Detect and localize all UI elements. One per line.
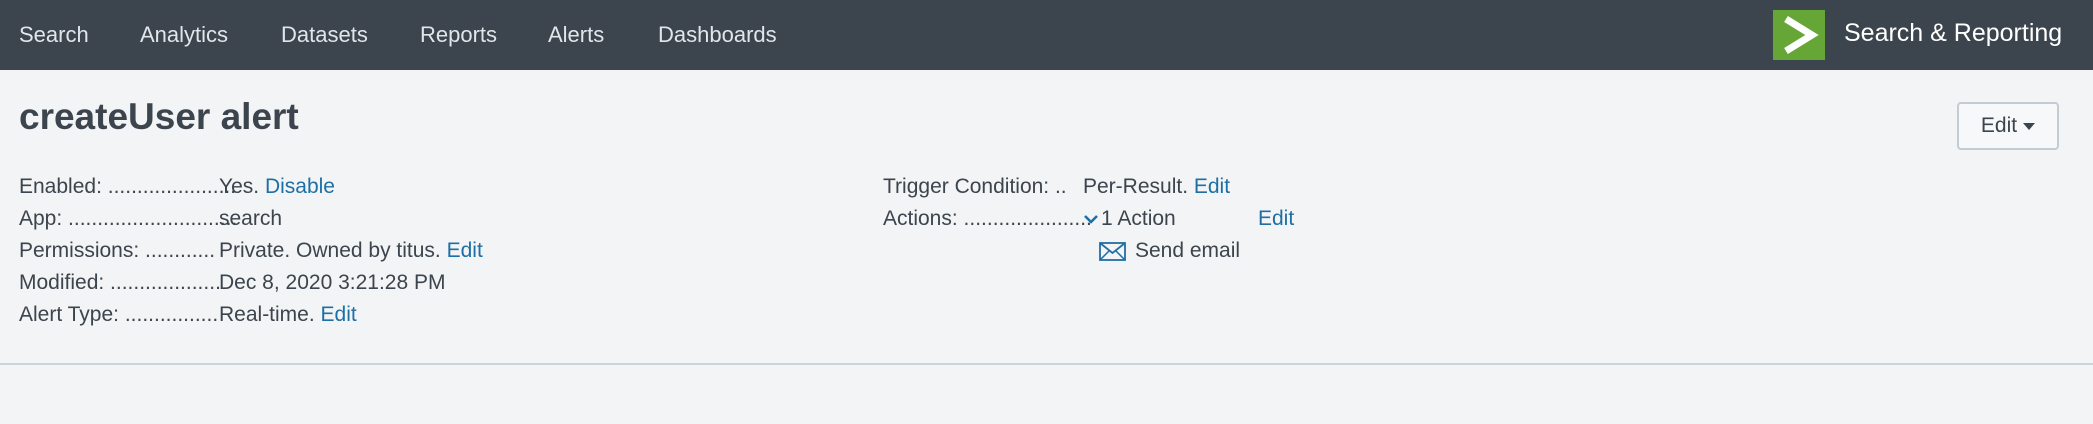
disable-link[interactable]: Disable — [265, 175, 335, 198]
permissions-value: Private. Owned by titus. Edit — [219, 236, 483, 266]
trigger-condition-text: Per-Result. — [1083, 175, 1189, 198]
app-value: search — [219, 207, 283, 230]
top-navigation-bar: Search Analytics Datasets Reports Alerts… — [0, 0, 2093, 70]
nav-search[interactable]: Search — [19, 0, 89, 70]
action-send-email: Send email — [1135, 239, 1241, 262]
nav-analytics[interactable]: Analytics — [140, 0, 228, 70]
actions-edit-link[interactable]: Edit — [1258, 204, 1294, 234]
nav-reports[interactable]: Reports — [420, 0, 497, 70]
caret-down-icon — [2023, 122, 2036, 130]
alert-type-edit-link[interactable]: Edit — [321, 303, 357, 326]
permissions-label: Permissions: ............ — [19, 239, 216, 262]
actions-count[interactable]: 1 Action — [1101, 204, 1176, 234]
edit-button-label: Edit — [1980, 114, 2018, 137]
actions-label: Actions: ...................... — [883, 207, 1092, 230]
nav-dashboards[interactable]: Dashboards — [658, 0, 777, 70]
chevron-down-icon[interactable] — [1082, 210, 1100, 228]
modified-label: Modified: ................... — [19, 271, 221, 294]
splunk-chevron-icon[interactable] — [1773, 10, 1825, 60]
modified-value: Dec 8, 2020 3:21:28 PM — [219, 271, 446, 294]
nav-alerts[interactable]: Alerts — [548, 0, 604, 70]
alert-type-value: Real-time. Edit — [219, 300, 357, 330]
alert-type-label: Alert Type: ................ — [19, 303, 219, 326]
trigger-edit-link[interactable]: Edit — [1194, 175, 1230, 198]
trigger-condition-label: Trigger Condition: .. — [883, 175, 1067, 198]
page-title: createUser alert — [19, 96, 299, 137]
app-label: App: ............................. — [19, 207, 238, 230]
trigger-condition-value: Per-Result. Edit — [1083, 172, 1230, 202]
enabled-label: Enabled: ...................... — [19, 175, 237, 198]
envelope-icon — [1099, 242, 1126, 261]
permissions-text: Private. Owned by titus. — [219, 239, 441, 262]
edit-dropdown-button[interactable]: Edit — [1957, 102, 2059, 150]
nav-datasets[interactable]: Datasets — [281, 0, 368, 70]
enabled-status: Yes. — [219, 175, 260, 198]
permissions-edit-link[interactable]: Edit — [447, 239, 483, 262]
enabled-value: Yes. Disable — [219, 172, 335, 202]
alert-type-text: Real-time. — [219, 303, 315, 326]
section-divider — [0, 363, 2093, 365]
app-name[interactable]: Search & Reporting — [1844, 0, 2062, 66]
